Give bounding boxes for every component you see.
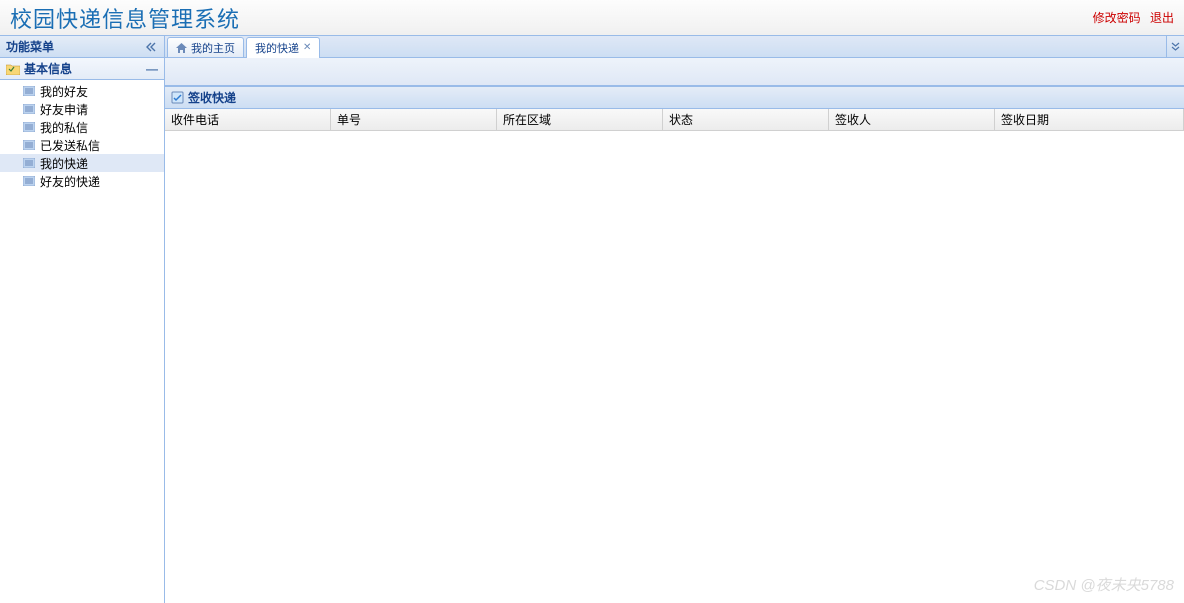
- sidebar-item-label: 我的快递: [40, 155, 88, 172]
- tab-label: 我的主页: [191, 40, 235, 56]
- sidebar-item-friend-requests[interactable]: 好友申请: [0, 100, 164, 118]
- grid-panel: 签收快递 收件电话 单号 所在区域 状态 签收人 签收日期: [165, 86, 1184, 131]
- tab-scroll-button[interactable]: [1166, 36, 1184, 57]
- list-icon: [22, 175, 36, 187]
- col-area[interactable]: 所在区域: [497, 109, 663, 130]
- tab-label: 我的快递: [255, 40, 299, 56]
- sidebar-item-my-express[interactable]: 我的快递: [0, 154, 164, 172]
- folder-icon: [6, 63, 20, 75]
- tab-my-express[interactable]: 我的快递 ✕: [246, 37, 320, 58]
- sidebar-item-friends-express[interactable]: 好友的快递: [0, 172, 164, 190]
- list-icon: [22, 103, 36, 115]
- sidebar-title: 功能菜单: [6, 38, 54, 55]
- grid-title-bar: 签收快递: [165, 87, 1184, 109]
- main-area: 我的主页 我的快递 ✕ 签收快递 收件电话 单号 所在区域: [165, 36, 1184, 603]
- sign-icon: [171, 91, 184, 104]
- tab-home[interactable]: 我的主页: [167, 37, 244, 57]
- sidebar-tree: 我的好友 好友申请 我的私信 已发送私信 我的快递 好友的快递: [0, 80, 164, 192]
- logout-link[interactable]: 退出: [1150, 11, 1174, 25]
- list-icon: [22, 85, 36, 97]
- col-order[interactable]: 单号: [331, 109, 497, 130]
- col-date[interactable]: 签收日期: [995, 109, 1184, 130]
- sidebar-item-messages[interactable]: 我的私信: [0, 118, 164, 136]
- change-password-link[interactable]: 修改密码: [1093, 11, 1141, 25]
- list-icon: [22, 121, 36, 133]
- sidebar-item-label: 我的好友: [40, 83, 88, 100]
- sidebar: 功能菜单 基本信息 — 我的好友 好友申请: [0, 36, 165, 603]
- app-header: 校园快递信息管理系统 修改密码 退出: [0, 0, 1184, 36]
- sidebar-item-label: 好友申请: [40, 101, 88, 118]
- col-phone[interactable]: 收件电话: [165, 109, 331, 130]
- list-icon: [22, 157, 36, 169]
- col-signer[interactable]: 签收人: [829, 109, 995, 130]
- sidebar-header: 功能菜单: [0, 36, 164, 58]
- chevrons-down-icon: [1171, 42, 1180, 51]
- grid-title-label: 签收快递: [188, 89, 236, 106]
- sidebar-item-friends[interactable]: 我的好友: [0, 82, 164, 100]
- chevrons-left-icon: [146, 42, 156, 52]
- sidebar-item-label: 我的私信: [40, 119, 88, 136]
- home-icon: [176, 43, 187, 53]
- sidebar-group-basic-info[interactable]: 基本信息 —: [0, 58, 164, 80]
- sidebar-group-label: 基本信息: [24, 60, 72, 77]
- collapse-sidebar-button[interactable]: [144, 40, 158, 54]
- toolbar-area: [165, 58, 1184, 86]
- list-icon: [22, 139, 36, 151]
- app-title: 校园快递信息管理系统: [10, 2, 240, 34]
- grid-column-headers: 收件电话 单号 所在区域 状态 签收人 签收日期: [165, 109, 1184, 131]
- tab-strip: 我的主页 我的快递 ✕: [165, 36, 1184, 58]
- sidebar-item-label: 已发送私信: [40, 137, 100, 154]
- sidebar-item-label: 好友的快递: [40, 173, 100, 190]
- sidebar-item-sent-messages[interactable]: 已发送私信: [0, 136, 164, 154]
- col-status[interactable]: 状态: [663, 109, 829, 130]
- close-tab-button[interactable]: ✕: [303, 42, 311, 53]
- tab-content: 签收快递 收件电话 单号 所在区域 状态 签收人 签收日期: [165, 58, 1184, 603]
- header-links: 修改密码 退出: [1087, 9, 1174, 26]
- minus-icon: —: [146, 62, 158, 76]
